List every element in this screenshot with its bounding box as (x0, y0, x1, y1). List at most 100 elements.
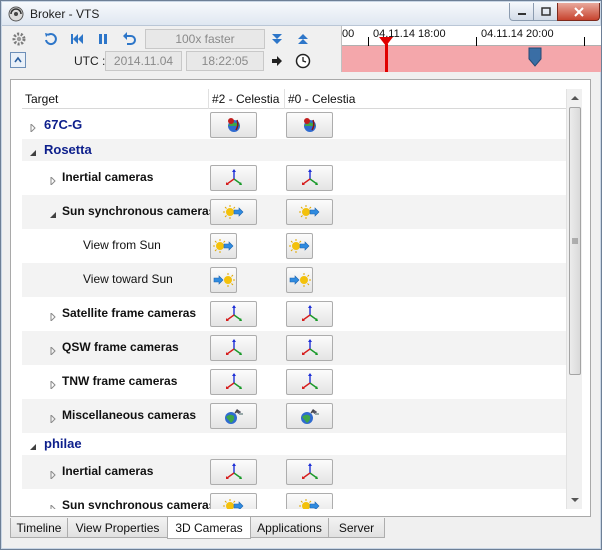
tree-row[interactable]: View toward Sun (22, 263, 566, 297)
column-divider[interactable] (208, 89, 209, 109)
clock-icon[interactable] (294, 52, 312, 70)
settings-gear-icon[interactable] (10, 30, 28, 48)
camera-button-client-0[interactable] (286, 233, 313, 259)
utc-time-field[interactable]: 18:22:05 (186, 51, 264, 71)
camera-button-client-2[interactable] (210, 233, 237, 259)
tab-3d-cameras[interactable]: 3D Cameras (167, 517, 251, 539)
camera-button-client-2[interactable] (210, 493, 257, 509)
apply-time-arrow-icon[interactable] (268, 52, 286, 70)
faster-icon[interactable] (294, 30, 312, 48)
timeline-tick (368, 37, 369, 46)
scroll-up-icon[interactable] (567, 90, 583, 106)
row-label: Miscellaneous cameras (62, 408, 197, 422)
undo-icon[interactable] (120, 30, 138, 48)
collapsed-arrow-icon[interactable] (49, 310, 57, 323)
axes-icon (300, 338, 320, 358)
camera-button-client-2[interactable] (210, 199, 257, 225)
camera-button-client-0[interactable] (286, 111, 333, 138)
collapsed-arrow-icon[interactable] (49, 468, 57, 481)
collapse-toolbar-icon[interactable] (10, 52, 26, 68)
collapsed-arrow-icon[interactable] (49, 502, 57, 509)
row-label: QSW frame cameras (62, 340, 179, 354)
tree-row[interactable]: Rosetta (22, 139, 566, 161)
timeline-strip[interactable]: 00 04.11.14 18:00 04.11.14 20:00 (341, 26, 601, 72)
rewind-icon[interactable] (68, 30, 86, 48)
loop-icon[interactable] (42, 30, 60, 48)
collapsed-arrow-icon[interactable] (49, 344, 57, 357)
tree-row[interactable]: philae (22, 433, 566, 455)
column-header-client-0[interactable]: #0 - Celestia (288, 92, 355, 106)
tree-row[interactable]: Inertial cameras (22, 161, 566, 195)
expanded-arrow-icon[interactable] (29, 440, 37, 450)
slower-icon[interactable] (268, 30, 286, 48)
event-marker-icon[interactable] (528, 47, 542, 67)
time-cursor-icon[interactable] (378, 36, 394, 72)
collapsed-arrow-icon[interactable] (49, 412, 57, 425)
axes-icon (300, 462, 320, 482)
maximize-icon (540, 6, 551, 16)
collapsed-arrow-icon[interactable] (29, 121, 37, 133)
vertical-scrollbar[interactable] (566, 89, 582, 509)
expanded-arrow-icon[interactable] (29, 146, 37, 156)
column-header-client-2[interactable]: #2 - Celestia (212, 92, 279, 106)
camera-button-client-2[interactable] (210, 403, 257, 429)
camera-button-client-0[interactable] (286, 267, 313, 293)
camera-button-client-2[interactable] (210, 369, 257, 395)
scroll-down-icon[interactable] (567, 492, 583, 508)
tree-row[interactable]: Inertial cameras (22, 455, 566, 489)
camera-button-client-0[interactable] (286, 493, 333, 509)
camera-button-client-2[interactable] (210, 111, 257, 138)
camera-button-client-2[interactable] (210, 459, 257, 485)
tree-row[interactable]: Miscellaneous cameras (22, 399, 566, 433)
column-header-target[interactable]: Target (25, 92, 58, 106)
speed-field[interactable]: 100x faster (145, 29, 265, 49)
axes-icon (224, 304, 244, 324)
tree-row[interactable]: Sun synchronous cameras (22, 489, 566, 509)
camera-button-client-2[interactable] (210, 301, 257, 327)
tab-view-properties[interactable]: View Properties (67, 518, 168, 538)
tree-row[interactable]: Satellite frame cameras (22, 297, 566, 331)
axes-icon (224, 372, 244, 392)
camera-button-client-0[interactable] (286, 165, 333, 191)
collapsed-arrow-icon[interactable] (49, 378, 57, 391)
satellite-globe-icon (222, 407, 246, 425)
sun-arrow-icon (222, 498, 245, 509)
tree-row[interactable]: View from Sun (22, 229, 566, 263)
minimize-button[interactable] (509, 3, 534, 21)
camera-button-client-0[interactable] (286, 369, 333, 395)
timeline-label: 04.11.14 20:00 (481, 28, 554, 40)
camera-button-client-0[interactable] (286, 403, 333, 429)
maximize-button[interactable] (533, 3, 558, 21)
utc-date-field[interactable]: 2014.11.04 (105, 51, 182, 71)
tab-timeline[interactable]: Timeline (10, 518, 68, 538)
expanded-arrow-icon[interactable] (49, 208, 57, 218)
utc-label: UTC : (74, 54, 106, 68)
row-label: Inertial cameras (62, 170, 154, 184)
collapsed-arrow-icon[interactable] (49, 174, 57, 187)
tree-row[interactable]: TNW frame cameras (22, 365, 566, 399)
row-label: View toward Sun (83, 272, 173, 286)
close-icon (573, 6, 584, 17)
camera-button-client-2[interactable] (210, 335, 257, 361)
camera-button-client-0[interactable] (286, 335, 333, 361)
row-label: View from Sun (83, 238, 161, 252)
tab-label: Timeline (16, 520, 62, 535)
camera-button-client-2[interactable] (210, 165, 257, 191)
camera-button-client-0[interactable] (286, 459, 333, 485)
tree-row[interactable]: 67C-G (22, 110, 566, 139)
tree-row[interactable]: QSW frame cameras (22, 331, 566, 365)
sun-arrow-icon (298, 204, 321, 220)
title-bar: Broker - VTS (2, 2, 600, 26)
camera-button-client-0[interactable] (286, 199, 333, 225)
app-logo-icon (8, 6, 24, 22)
tree-row[interactable]: Sun synchronous cameras (22, 195, 566, 229)
camera-button-client-0[interactable] (286, 301, 333, 327)
tab-applications[interactable]: Applications (250, 518, 329, 538)
tab-server[interactable]: Server (328, 518, 385, 538)
close-button[interactable] (557, 3, 600, 21)
camera-button-client-2[interactable] (210, 267, 237, 293)
scroll-thumb[interactable] (569, 107, 581, 375)
timeline-tick (476, 37, 477, 46)
column-divider[interactable] (284, 89, 285, 109)
pause-icon[interactable] (94, 30, 112, 48)
